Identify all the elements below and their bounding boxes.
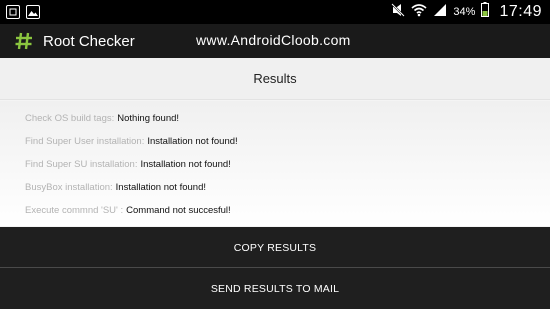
mute-icon (391, 2, 406, 22)
result-row-su-command: Execute commnd 'SU' : Command not succes… (25, 199, 550, 222)
result-value: Installation not found! (140, 159, 231, 170)
result-label: BusyBox installation: (25, 182, 113, 193)
status-bar: 34% 17:49 (0, 0, 550, 24)
battery-icon (481, 2, 490, 22)
signal-icon (433, 3, 447, 22)
result-value: Nothing found! (117, 113, 180, 124)
result-row-super-su: Find Super SU installation: Installation… (25, 153, 550, 176)
image-icon (26, 5, 40, 19)
status-bar-right: 34% 17:49 (391, 2, 542, 22)
clock: 17:49 (499, 3, 542, 20)
copy-results-button[interactable]: COPY RESULTS (0, 227, 550, 268)
battery-percent: 34% (453, 6, 476, 18)
send-results-to-mail-button[interactable]: SEND RESULTS TO MAIL (0, 268, 550, 309)
action-bar: Root Checker www.AndroidCloob.com (0, 24, 550, 58)
notification-box-icon (6, 5, 20, 19)
result-label: Execute commnd 'SU' : (25, 205, 124, 216)
result-label: Check OS build tags: (25, 113, 115, 124)
app-title: Root Checker (43, 32, 135, 50)
results-header: Results (0, 58, 550, 100)
watermark: www.AndroidCloob.com (196, 32, 351, 48)
result-row-busybox: BusyBox installation: Installation not f… (25, 176, 550, 199)
result-value: Installation not found! (115, 182, 206, 193)
wifi-icon (411, 3, 427, 22)
result-row-super-user: Find Super User installation: Installati… (25, 130, 550, 153)
hash-icon[interactable] (14, 31, 34, 51)
results-list: Check OS build tags: Nothing found! Find… (0, 101, 550, 226)
result-row-build-tags: Check OS build tags: Nothing found! (25, 107, 550, 130)
result-value: Command not succesful! (126, 205, 231, 216)
result-label: Find Super SU installation: (25, 159, 138, 170)
result-label: Find Super User installation: (25, 136, 145, 147)
result-value: Installation not found! (147, 136, 238, 147)
status-bar-left (6, 5, 40, 19)
